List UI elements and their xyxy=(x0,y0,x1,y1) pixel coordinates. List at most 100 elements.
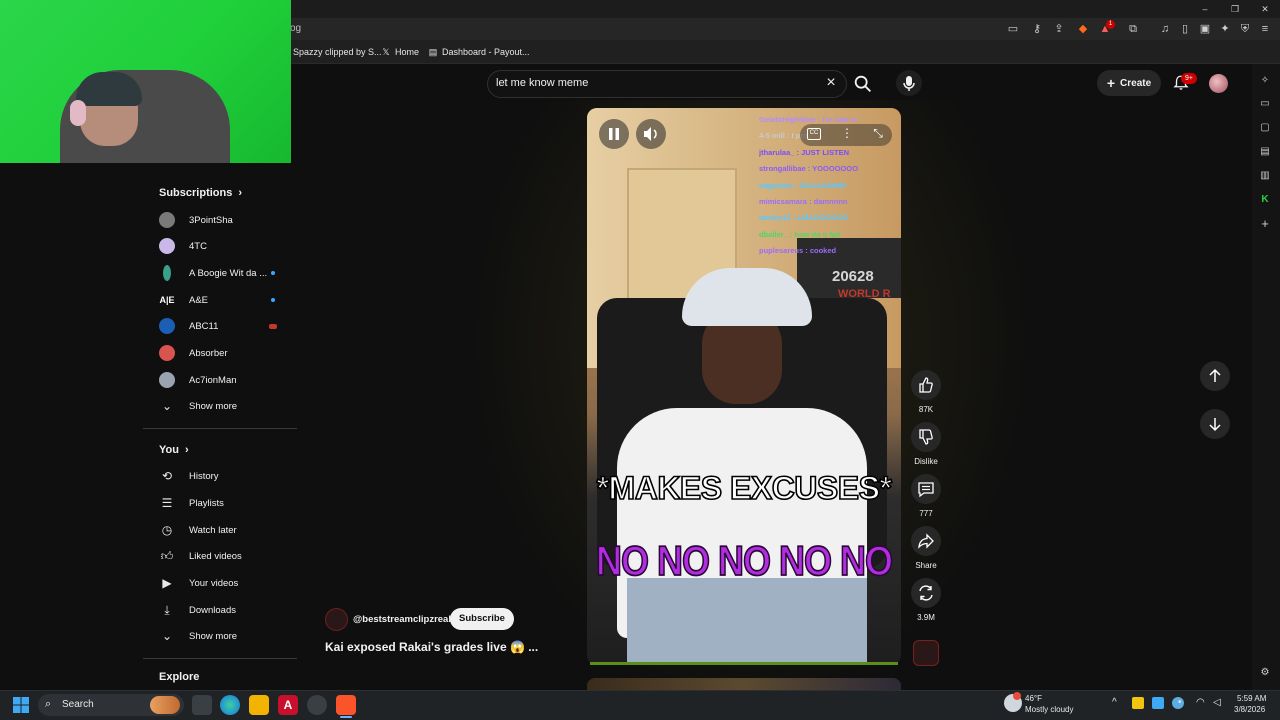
wifi-icon[interactable]: ◠ xyxy=(1196,697,1208,709)
arrow-up-icon xyxy=(1209,368,1221,382)
subscriptions-heading[interactable]: Subscriptions › xyxy=(159,187,242,199)
volume-button[interactable] xyxy=(636,119,666,149)
wallet-icon[interactable]: ▣ xyxy=(1198,22,1212,36)
share-label: Share xyxy=(915,561,937,570)
leo-icon[interactable]: ✦ xyxy=(1218,22,1232,36)
obs-icon[interactable] xyxy=(307,695,327,715)
overlay-number: 20628 xyxy=(832,268,874,285)
search-icon: ⌕ xyxy=(45,698,52,710)
weather-condition[interactable]: Mostly cloudy xyxy=(1025,705,1073,714)
video-progress-bar[interactable] xyxy=(590,662,898,665)
music-icon[interactable]: ♫ xyxy=(1158,22,1172,36)
active-app-indicator xyxy=(340,716,352,718)
comments-button[interactable] xyxy=(911,474,941,504)
tray-app-icon[interactable] xyxy=(1152,697,1164,709)
edge-browser-icon[interactable] xyxy=(220,695,240,715)
previous-short-button[interactable] xyxy=(1200,361,1230,391)
video-person-hat xyxy=(682,268,812,326)
settings-gear-icon[interactable]: ⚙ xyxy=(1258,666,1272,680)
your-videos-icon: ▶ xyxy=(162,576,172,590)
page-icon: ▤ xyxy=(428,47,438,57)
tray-chevron-up-icon[interactable]: ^ xyxy=(1112,697,1122,709)
video-title[interactable]: Kai exposed Rakai's grades live 😱 ... xyxy=(325,640,538,654)
sidebar-item-playlists[interactable]: ☰ Playlists xyxy=(159,493,295,513)
remix-button[interactable] xyxy=(911,578,941,608)
you-heading[interactable]: You › xyxy=(159,444,189,456)
channel-avatar[interactable] xyxy=(325,608,348,631)
sidebar-sub-4tc[interactable]: 4TC xyxy=(159,236,295,256)
kick-icon[interactable]: K xyxy=(1258,193,1272,207)
channel-handle[interactable]: @beststreamclipzreal xyxy=(353,614,451,625)
pause-button[interactable] xyxy=(599,119,629,149)
sidebar-sub-ae[interactable]: A|E A&E xyxy=(159,290,295,310)
fullscreen-icon[interactable]: ⤡ xyxy=(870,126,886,142)
create-button[interactable]: + Create xyxy=(1097,70,1161,96)
restore-icon[interactable]: ❐ xyxy=(1228,2,1242,16)
reading-list-icon[interactable]: ▥ xyxy=(1258,169,1272,183)
sidebar-item-your-videos[interactable]: ▶ Your videos xyxy=(159,573,295,593)
share-button[interactable] xyxy=(911,526,941,556)
tab-search-icon[interactable]: ⧉ xyxy=(1126,22,1140,36)
url-text[interactable]: og xyxy=(290,23,301,34)
weather-alert-dot xyxy=(1013,692,1021,700)
share-arrow-icon xyxy=(918,533,934,549)
subscribe-button[interactable]: Subscribe xyxy=(450,608,514,630)
you-show-more[interactable]: ⌄ Show more xyxy=(159,626,295,646)
screen-cast-icon[interactable]: ▭ xyxy=(1006,22,1020,36)
more-options-icon[interactable]: ⋮ xyxy=(841,126,853,142)
like-button[interactable] xyxy=(911,370,941,400)
microphone-tray-icon[interactable]: • xyxy=(1178,697,1186,709)
sidebar-item-liked-videos[interactable]: 👍︎ Liked videos xyxy=(159,546,295,566)
next-short-preview[interactable] xyxy=(587,678,901,690)
bookmark-dashboard[interactable]: ▤ Dashboard - Payout... xyxy=(428,45,530,59)
sidebar-sub-absorber[interactable]: Absorber xyxy=(159,343,295,363)
share-icon[interactable]: ⇪ xyxy=(1052,22,1066,36)
chat-line: dballer_ : how do u fail xyxy=(759,229,841,239)
key-icon[interactable]: ⚷ xyxy=(1030,22,1044,36)
sidebar-icon[interactable]: ▯ xyxy=(1178,22,1192,36)
windows-start-icon[interactable] xyxy=(12,696,30,714)
task-view-icon[interactable] xyxy=(192,695,212,715)
leo-ai-icon[interactable]: ✧ xyxy=(1258,74,1272,88)
clock-time[interactable]: 5:59 AM xyxy=(1237,694,1266,703)
dislike-button[interactable] xyxy=(911,422,941,452)
speaker-icon[interactable]: ◁ xyxy=(1213,697,1225,709)
brave-browser-icon[interactable] xyxy=(336,695,356,715)
weather-temperature[interactable]: 46°F xyxy=(1025,694,1042,703)
minimize-icon[interactable]: – xyxy=(1198,2,1212,16)
captions-cc-icon[interactable]: CC xyxy=(807,128,821,140)
add-panel-icon[interactable]: + xyxy=(1258,217,1272,231)
chat-line: puplesareus : cooked xyxy=(759,246,837,256)
account-avatar[interactable] xyxy=(1209,74,1228,93)
vpn-icon[interactable]: ⛨ xyxy=(1238,22,1252,36)
sidebar-item-history[interactable]: ⟲ History xyxy=(159,466,295,486)
clock-date[interactable]: 3/8/2026 xyxy=(1234,705,1265,714)
search-input[interactable]: let me know meme xyxy=(496,77,588,89)
sound-channel-avatar[interactable] xyxy=(913,640,939,666)
sidebar-item-downloads[interactable]: ⤓ Downloads xyxy=(159,600,295,620)
sidebar-item-watch-later[interactable]: ◷ Watch later xyxy=(159,520,295,540)
voice-search-button[interactable] xyxy=(896,70,922,96)
clear-search-icon[interactable]: × xyxy=(823,74,839,92)
next-short-button[interactable] xyxy=(1200,409,1230,439)
sidebar-sub-ac7ionman[interactable]: Ac7ionMan xyxy=(159,370,295,390)
adobe-icon[interactable]: A xyxy=(278,695,298,715)
thumbs-down-icon xyxy=(919,429,933,445)
tabs-icon[interactable]: ▢ xyxy=(1258,121,1272,135)
tray-app-icon[interactable] xyxy=(1132,697,1144,709)
sidebar-sub-abc11[interactable]: ABC11 xyxy=(159,316,295,336)
file-explorer-icon[interactable] xyxy=(249,695,269,715)
remix-count: 3.9M xyxy=(917,613,935,622)
bookmark-home[interactable]: 𝕏 Home xyxy=(381,45,419,59)
bookmark-spazzy[interactable]: Spazzy clipped by S... xyxy=(293,45,382,59)
menu-icon[interactable]: ≡ xyxy=(1258,22,1272,36)
brave-shield-icon[interactable]: ◆ xyxy=(1076,22,1090,36)
bookmarks-icon[interactable]: ▤ xyxy=(1258,145,1272,159)
search-icon[interactable] xyxy=(852,73,874,95)
subscriptions-heading-label: Subscriptions xyxy=(159,187,233,199)
close-window-icon[interactable]: ✕ xyxy=(1258,2,1272,16)
subscriptions-show-more[interactable]: ⌄ Show more xyxy=(159,396,295,416)
sidebar-sub-3pointsha[interactable]: 3PointSha xyxy=(159,210,295,230)
sidebar-sub-aboogie[interactable]: A Boogie Wit da ... xyxy=(159,263,295,283)
reading-icon[interactable]: ▭ xyxy=(1258,97,1272,111)
